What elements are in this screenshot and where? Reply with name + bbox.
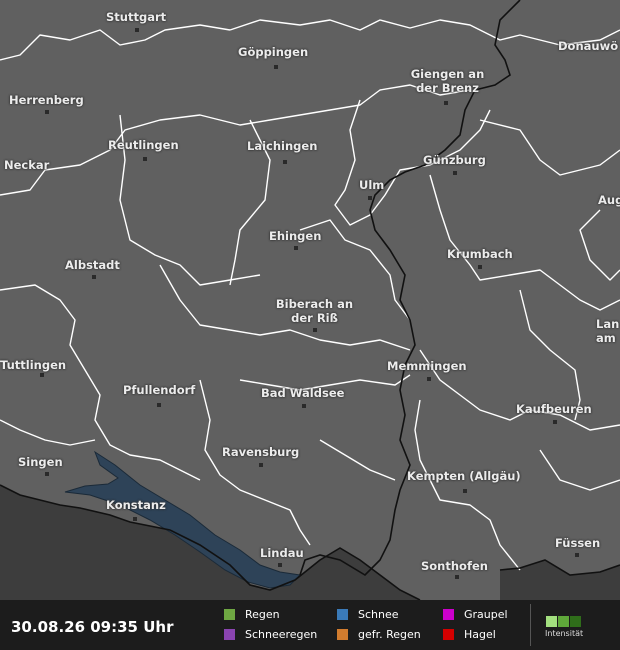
city-marker — [143, 157, 147, 161]
legend-label: Graupel — [464, 608, 508, 621]
timestamp: 30.08.26 09:35 Uhr — [11, 618, 174, 636]
city-label: Göppingen — [238, 45, 309, 59]
legend-item-regen: Regen — [224, 608, 280, 621]
city-label: Ulm — [359, 178, 385, 192]
city-marker — [455, 575, 459, 579]
city-marker — [92, 275, 96, 279]
city-marker — [575, 553, 579, 557]
swatch-graupel — [443, 609, 454, 620]
city-label: Kempten (Allgäu) — [407, 469, 521, 483]
swatch-schneeregen — [224, 629, 235, 640]
swatch-schnee — [337, 609, 348, 620]
intensity-label: Intensität — [545, 629, 584, 638]
city-label: Singen — [18, 455, 63, 469]
city-marker — [478, 265, 482, 269]
city-marker — [368, 196, 372, 200]
city-marker — [45, 110, 49, 114]
city-label: Biberach an der Riß — [275, 297, 354, 325]
swatch-gefr-regen — [337, 629, 348, 640]
swatch-hagel — [443, 629, 454, 640]
city-marker — [453, 171, 457, 175]
city-label: Aug — [598, 193, 620, 207]
swatch-regen — [224, 609, 235, 620]
intensity-mid — [558, 616, 569, 627]
city-marker — [157, 403, 161, 407]
city-label: Memmingen — [387, 359, 467, 373]
city-marker — [553, 420, 557, 424]
city-label: Donauwö — [558, 39, 619, 53]
city-label: Pfullendorf — [123, 383, 196, 397]
city-label: Lan am — [596, 317, 620, 345]
city-marker — [444, 101, 448, 105]
city-label: Bad Waldsee — [261, 386, 345, 400]
city-label: Füssen — [555, 536, 601, 550]
legend-item-graupel: Graupel — [443, 608, 508, 621]
legend-label: Hagel — [464, 628, 496, 641]
city-label: Ehingen — [269, 229, 322, 243]
legend-label: Schnee — [358, 608, 399, 621]
city-label: Lindau — [260, 546, 304, 560]
city-marker — [302, 404, 306, 408]
city-label: Kaufbeuren — [516, 402, 592, 416]
city-label: Tuttlingen — [0, 358, 67, 372]
city-label: Stuttgart — [106, 10, 167, 24]
city-label: Herrenberg — [9, 93, 84, 107]
city-label: Reutlingen — [108, 138, 179, 152]
city-label: Ravensburg — [222, 445, 300, 459]
city-label: Krumbach — [447, 247, 513, 261]
legend-label: Regen — [245, 608, 280, 621]
city-marker — [135, 28, 139, 32]
legend-item-schnee: Schnee — [337, 608, 399, 621]
legend-item-hagel: Hagel — [443, 628, 496, 641]
city-marker — [427, 377, 431, 381]
legend-item-schneeregen: Schneeregen — [224, 628, 317, 641]
city-marker — [294, 246, 298, 250]
intensity-low — [546, 616, 557, 627]
city-label: Sonthofen — [421, 559, 488, 573]
legend-label: gefr. Regen — [358, 628, 421, 641]
city-label: Laichingen — [247, 139, 318, 153]
intensity-high — [570, 616, 581, 627]
city-marker — [274, 65, 278, 69]
city-label: Günzburg — [423, 153, 486, 167]
city-label: Neckar — [4, 158, 50, 172]
city-marker — [283, 160, 287, 164]
legend-item-gefr-regen: gefr. Regen — [337, 628, 421, 641]
city-label: Konstanz — [106, 498, 166, 512]
legend-separator — [530, 604, 531, 646]
city-marker — [45, 472, 49, 476]
legend-label: Schneeregen — [245, 628, 318, 641]
city-marker — [463, 489, 467, 493]
city-label: Albstadt — [65, 258, 120, 272]
legend-bar: 30.08.26 09:35 Uhr Regen Schneeregen Sch… — [0, 600, 620, 650]
city-marker — [40, 373, 44, 377]
city-marker — [133, 517, 137, 521]
city-marker — [278, 563, 282, 567]
city-label: Giengen an der Brenz — [410, 67, 485, 95]
city-marker — [313, 328, 317, 332]
city-marker — [259, 463, 263, 467]
